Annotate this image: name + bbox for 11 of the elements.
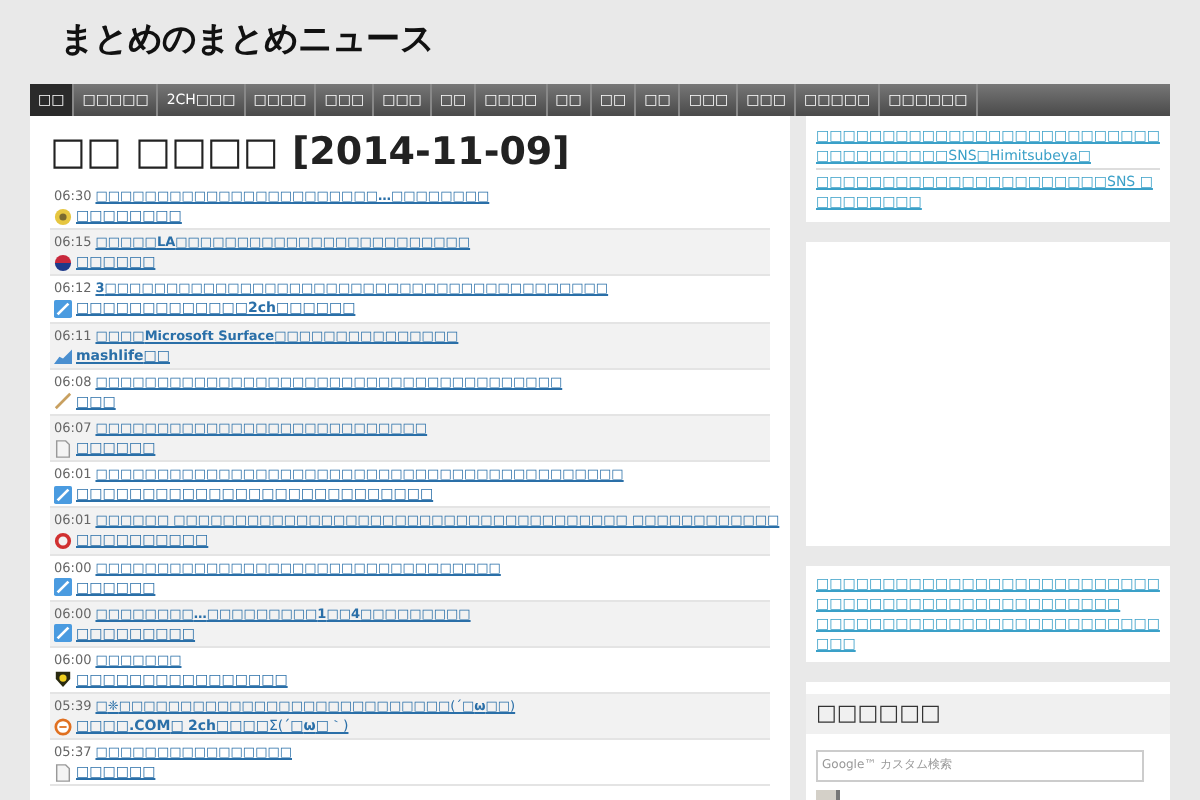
search-title: □□□□□□ — [816, 697, 941, 730]
badge-icon — [54, 207, 72, 226]
site-title[interactable]: まとめのまとめニュース — [60, 16, 434, 68]
page-heading: □□ □□□□ [2014-11-09] — [50, 128, 572, 176]
shield-icon — [54, 670, 72, 689]
flag-icon — [54, 253, 72, 272]
chart-icon — [54, 346, 72, 365]
pencil-icon — [54, 624, 72, 643]
stick-icon — [54, 392, 72, 411]
ring-icon — [54, 531, 72, 550]
circle-icon — [54, 717, 72, 736]
